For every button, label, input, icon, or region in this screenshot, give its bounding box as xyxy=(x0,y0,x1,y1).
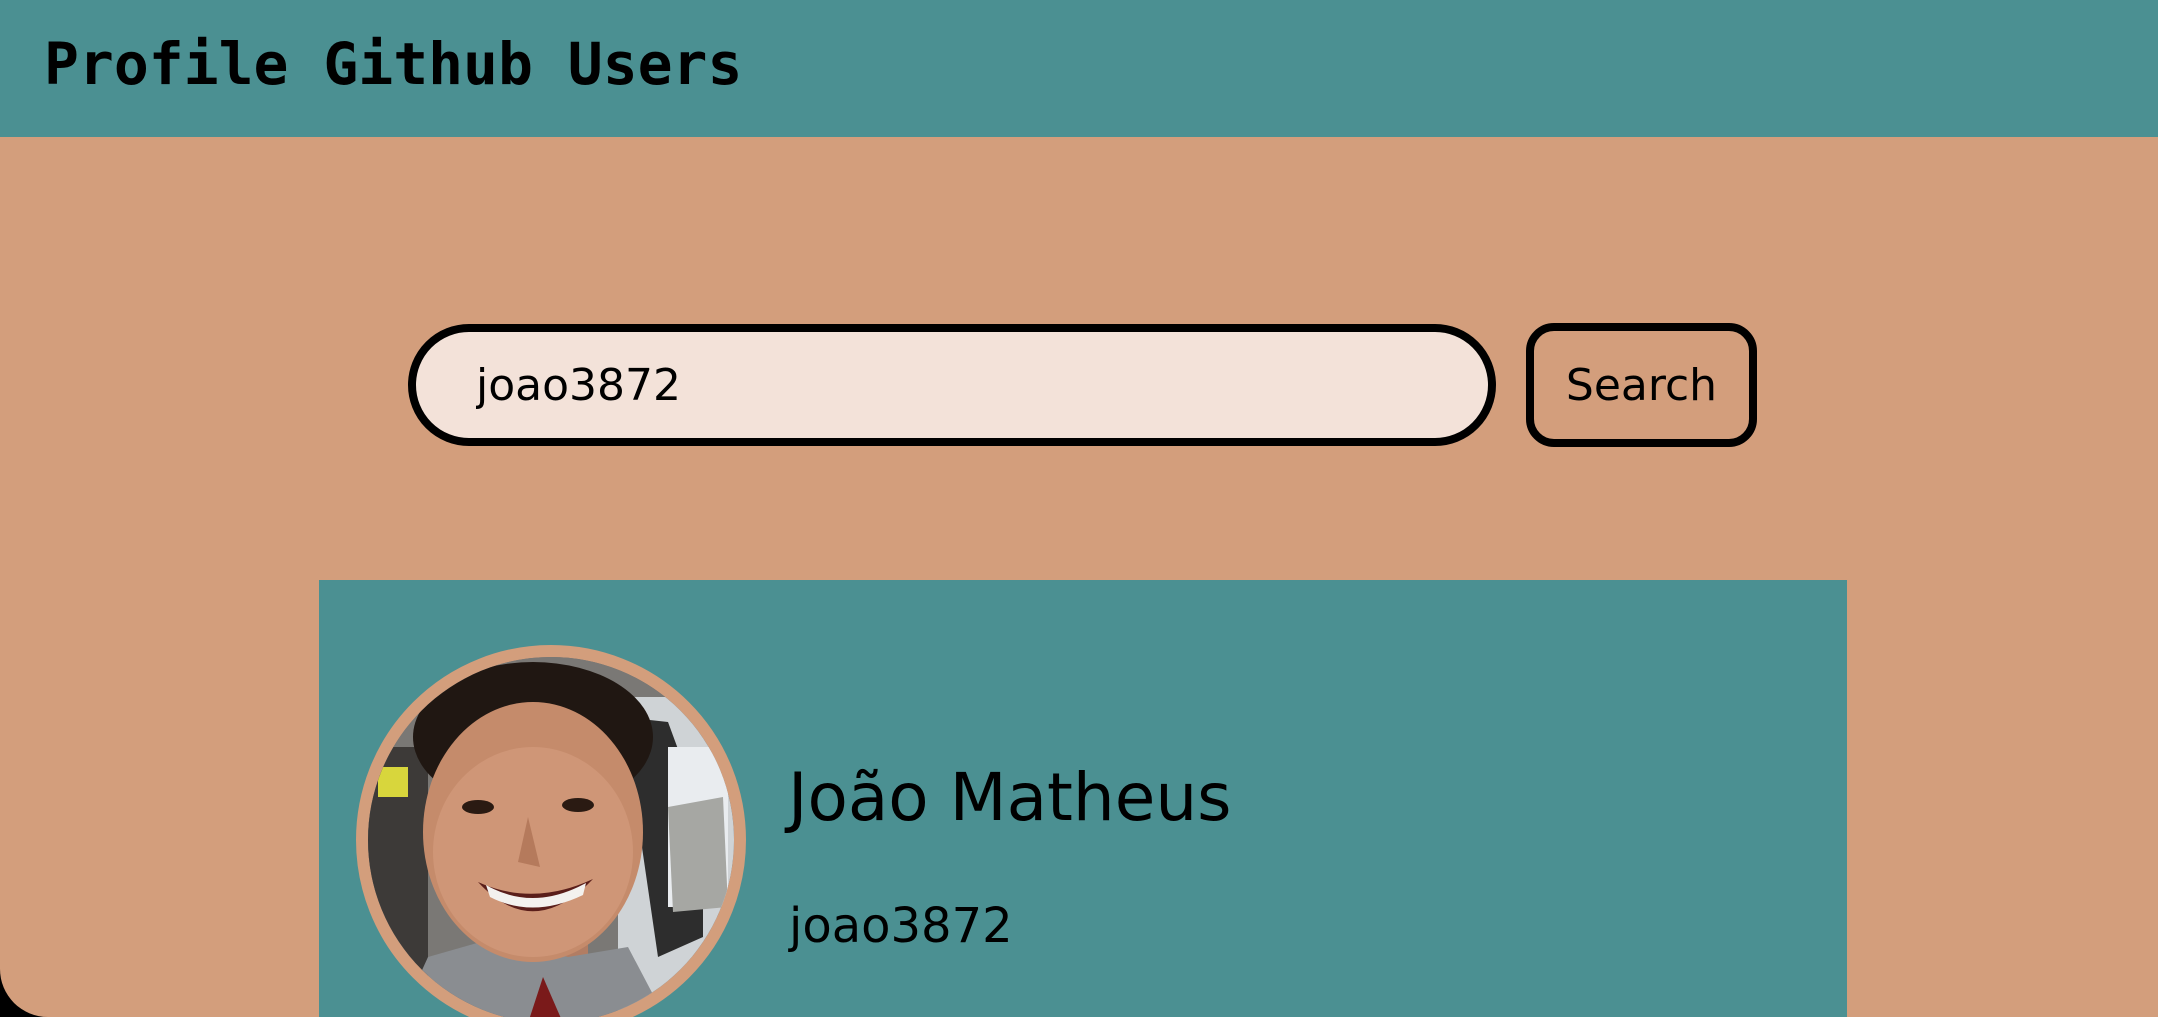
app-page: Profile Github Users Search xyxy=(0,0,2158,1017)
profile-login: joao3872 xyxy=(789,898,1013,954)
user-avatar-photo-icon xyxy=(368,657,734,1017)
app-header: Profile Github Users xyxy=(0,0,2158,137)
profile-card: João Matheus joao3872 xyxy=(319,580,1847,1017)
page-title: Profile Github Users xyxy=(44,30,743,98)
search-button[interactable]: Search xyxy=(1526,323,1757,447)
profile-name: João Matheus xyxy=(788,759,1232,836)
avatar xyxy=(356,645,746,1017)
search-input[interactable] xyxy=(408,324,1496,446)
